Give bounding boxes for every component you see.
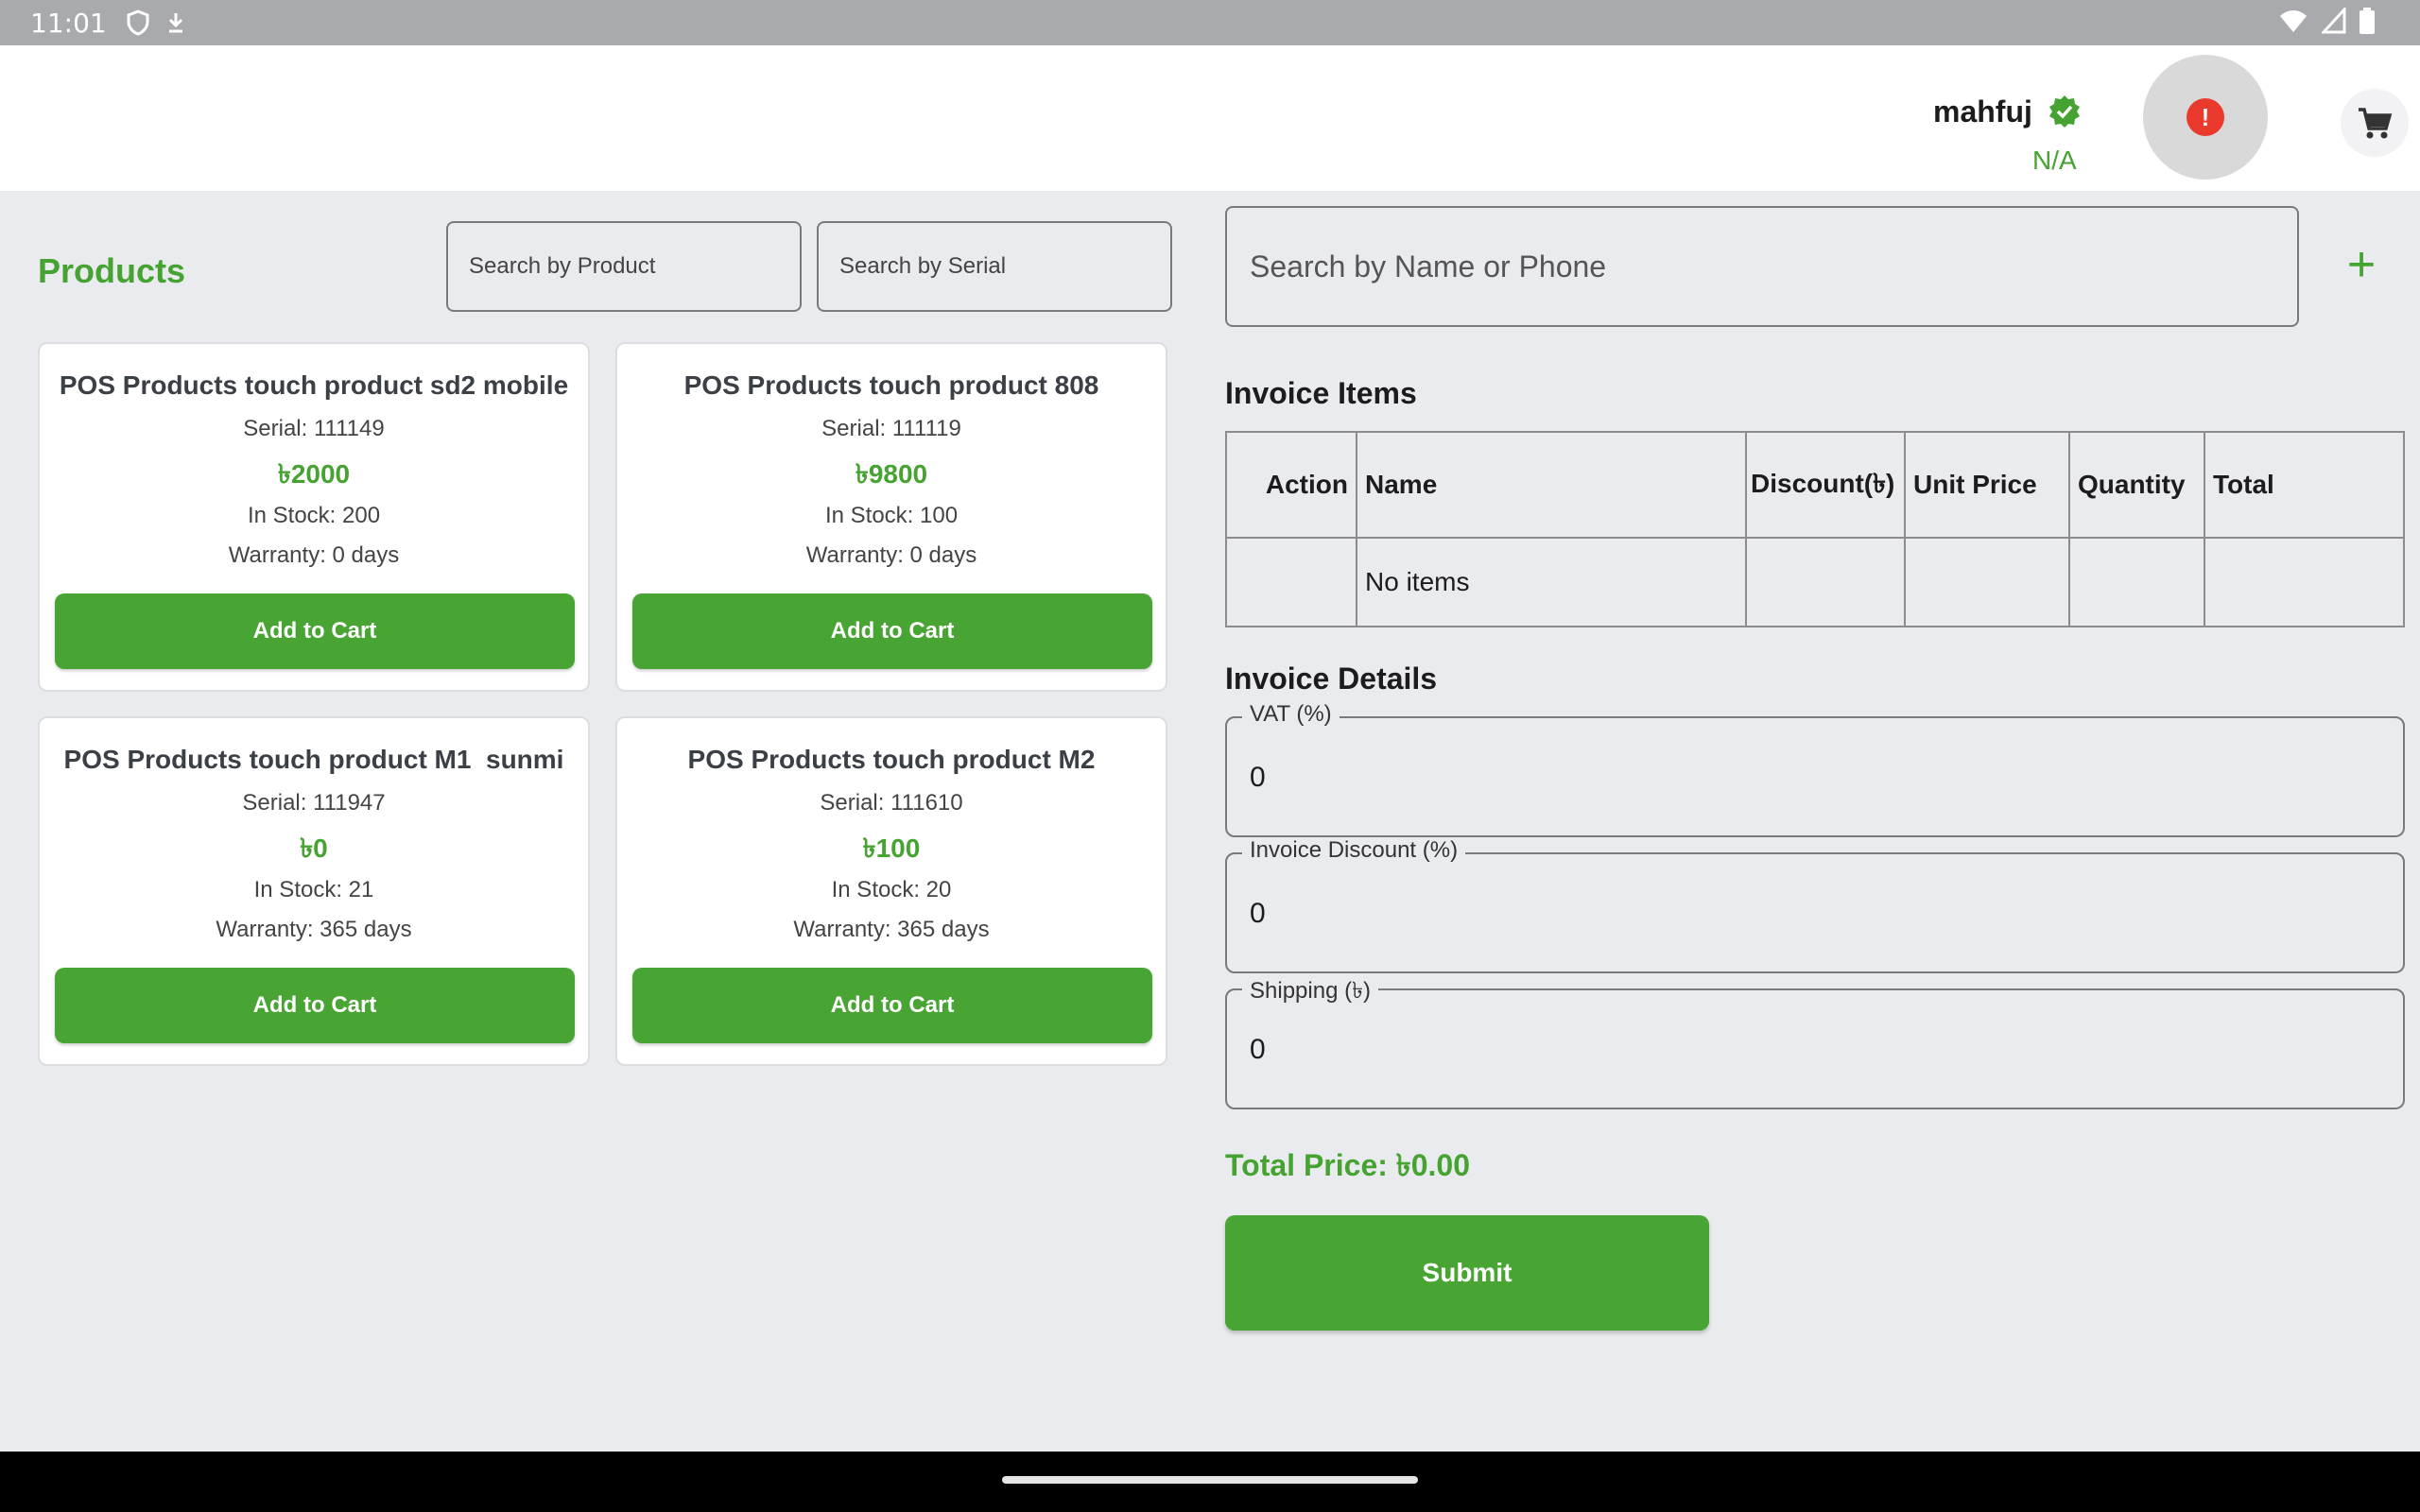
table-cell [1225, 537, 1357, 627]
alert-button[interactable]: ! [2143, 55, 2268, 180]
product-warranty: Warranty: 0 days [228, 542, 400, 568]
cart-icon [2359, 108, 2393, 139]
column-header-quantity: Quantity [2068, 431, 2205, 539]
column-header-discount: Discount(৳) [1745, 431, 1906, 539]
product-stock: In Stock: 100 [824, 503, 959, 528]
add-to-cart-button[interactable]: Add to Cart [632, 968, 1152, 1043]
product-stock: In Stock: 21 [253, 877, 374, 902]
column-header-action: Action [1225, 431, 1357, 539]
product-price: ৳2000 [277, 459, 351, 489]
verified-icon [2049, 95, 2080, 128]
search-serial-input[interactable]: Search by Serial [817, 221, 1172, 312]
download-icon [168, 13, 182, 33]
navigation-bar [0, 1452, 2420, 1512]
search-serial-placeholder: Search by Serial [839, 253, 1007, 279]
home-gesture-handle[interactable] [1002, 1476, 1418, 1484]
total-price: Total Price: ৳0.00 [1225, 1148, 1471, 1182]
wifi-icon [2280, 10, 2307, 32]
column-header-unit-price: Unit Price [1904, 431, 2070, 539]
add-to-cart-button[interactable]: Add to Cart [55, 593, 575, 669]
product-serial: Serial: 111947 [242, 790, 386, 816]
table-cell [1904, 537, 2070, 627]
product-card: POS Products touch product M1 sunmi Seri… [38, 716, 590, 1066]
invoice-discount-field[interactable]: Invoice Discount (%) 0 [1225, 837, 2405, 973]
product-name: POS Products touch product M2 [687, 745, 1096, 774]
product-stock: In Stock: 200 [247, 503, 381, 528]
products-title: Products [38, 251, 186, 290]
customer-search-placeholder: Search by Name or Phone [1250, 249, 1607, 284]
plus-icon: + [2346, 237, 2377, 292]
product-card: POS Products touch product sd2 mobile Se… [38, 342, 590, 692]
table-cell [2068, 537, 2205, 627]
invoice-items-table: Action Name Discount(৳) Unit Price Quant… [1225, 431, 2405, 627]
product-price: ৳9800 [855, 459, 928, 489]
user-status: N/A [2032, 146, 2077, 175]
customer-search-input[interactable]: Search by Name or Phone [1225, 206, 2299, 327]
product-serial: Serial: 111119 [821, 416, 961, 441]
invoice-discount-value: 0 [1250, 898, 1266, 929]
vat-label: VAT (%) [1242, 701, 1340, 728]
product-warranty: Warranty: 0 days [805, 542, 977, 568]
vat-field[interactable]: VAT (%) 0 [1225, 701, 2405, 837]
app-bar: mahfuj N/A ! [0, 45, 2420, 191]
add-to-cart-button[interactable]: Add to Cart [632, 593, 1152, 669]
cart-button[interactable] [2341, 89, 2409, 157]
product-name: POS Products touch product 808 [683, 370, 1099, 400]
product-price: ৳0 [300, 833, 328, 863]
shield-icon [127, 9, 149, 36]
signal-icon [2322, 8, 2346, 34]
column-header-name: Name [1356, 431, 1747, 539]
add-customer-button[interactable]: + [2335, 237, 2388, 292]
status-bar: 11:01 [0, 0, 2420, 45]
product-price: ৳100 [862, 833, 921, 863]
username: mahfuj [1933, 94, 2032, 129]
battery-icon [2360, 8, 2375, 34]
product-warranty: Warranty: 365 days [216, 917, 412, 942]
submit-button[interactable]: Submit [1225, 1215, 1709, 1331]
search-product-placeholder: Search by Product [469, 253, 656, 279]
product-card: POS Products touch product M2 Serial: 11… [615, 716, 1167, 1066]
vat-value: 0 [1250, 762, 1266, 793]
search-product-input[interactable]: Search by Product [446, 221, 802, 312]
table-row: No items [1225, 537, 2405, 627]
table-cell [2204, 537, 2405, 627]
product-name: POS Products touch product sd2 mobile [59, 370, 569, 400]
add-to-cart-button[interactable]: Add to Cart [55, 968, 575, 1043]
product-card: POS Products touch product 808 Serial: 1… [615, 342, 1167, 692]
product-warranty: Warranty: 365 days [793, 917, 990, 942]
status-time: 11:01 [30, 7, 107, 39]
empty-items-text: No items [1356, 537, 1747, 627]
shipping-field[interactable]: Shipping (৳) 0 [1225, 973, 2405, 1109]
shipping-label: Shipping (৳) [1242, 973, 1379, 1011]
product-serial: Serial: 111149 [243, 416, 385, 441]
table-header-row: Action Name Discount(৳) Unit Price Quant… [1225, 431, 2405, 539]
product-serial: Serial: 111610 [820, 790, 963, 816]
invoice-discount-label: Invoice Discount (%) [1242, 837, 1466, 864]
alert-icon: ! [2187, 98, 2224, 136]
shipping-value: 0 [1250, 1034, 1266, 1065]
invoice-details-title: Invoice Details [1225, 662, 1438, 696]
product-stock: In Stock: 20 [831, 877, 952, 902]
product-name: POS Products touch product M1 sunmi [63, 745, 564, 774]
column-header-total: Total [2204, 431, 2405, 539]
table-cell [1745, 537, 1906, 627]
invoice-items-title: Invoice Items [1225, 376, 1417, 410]
